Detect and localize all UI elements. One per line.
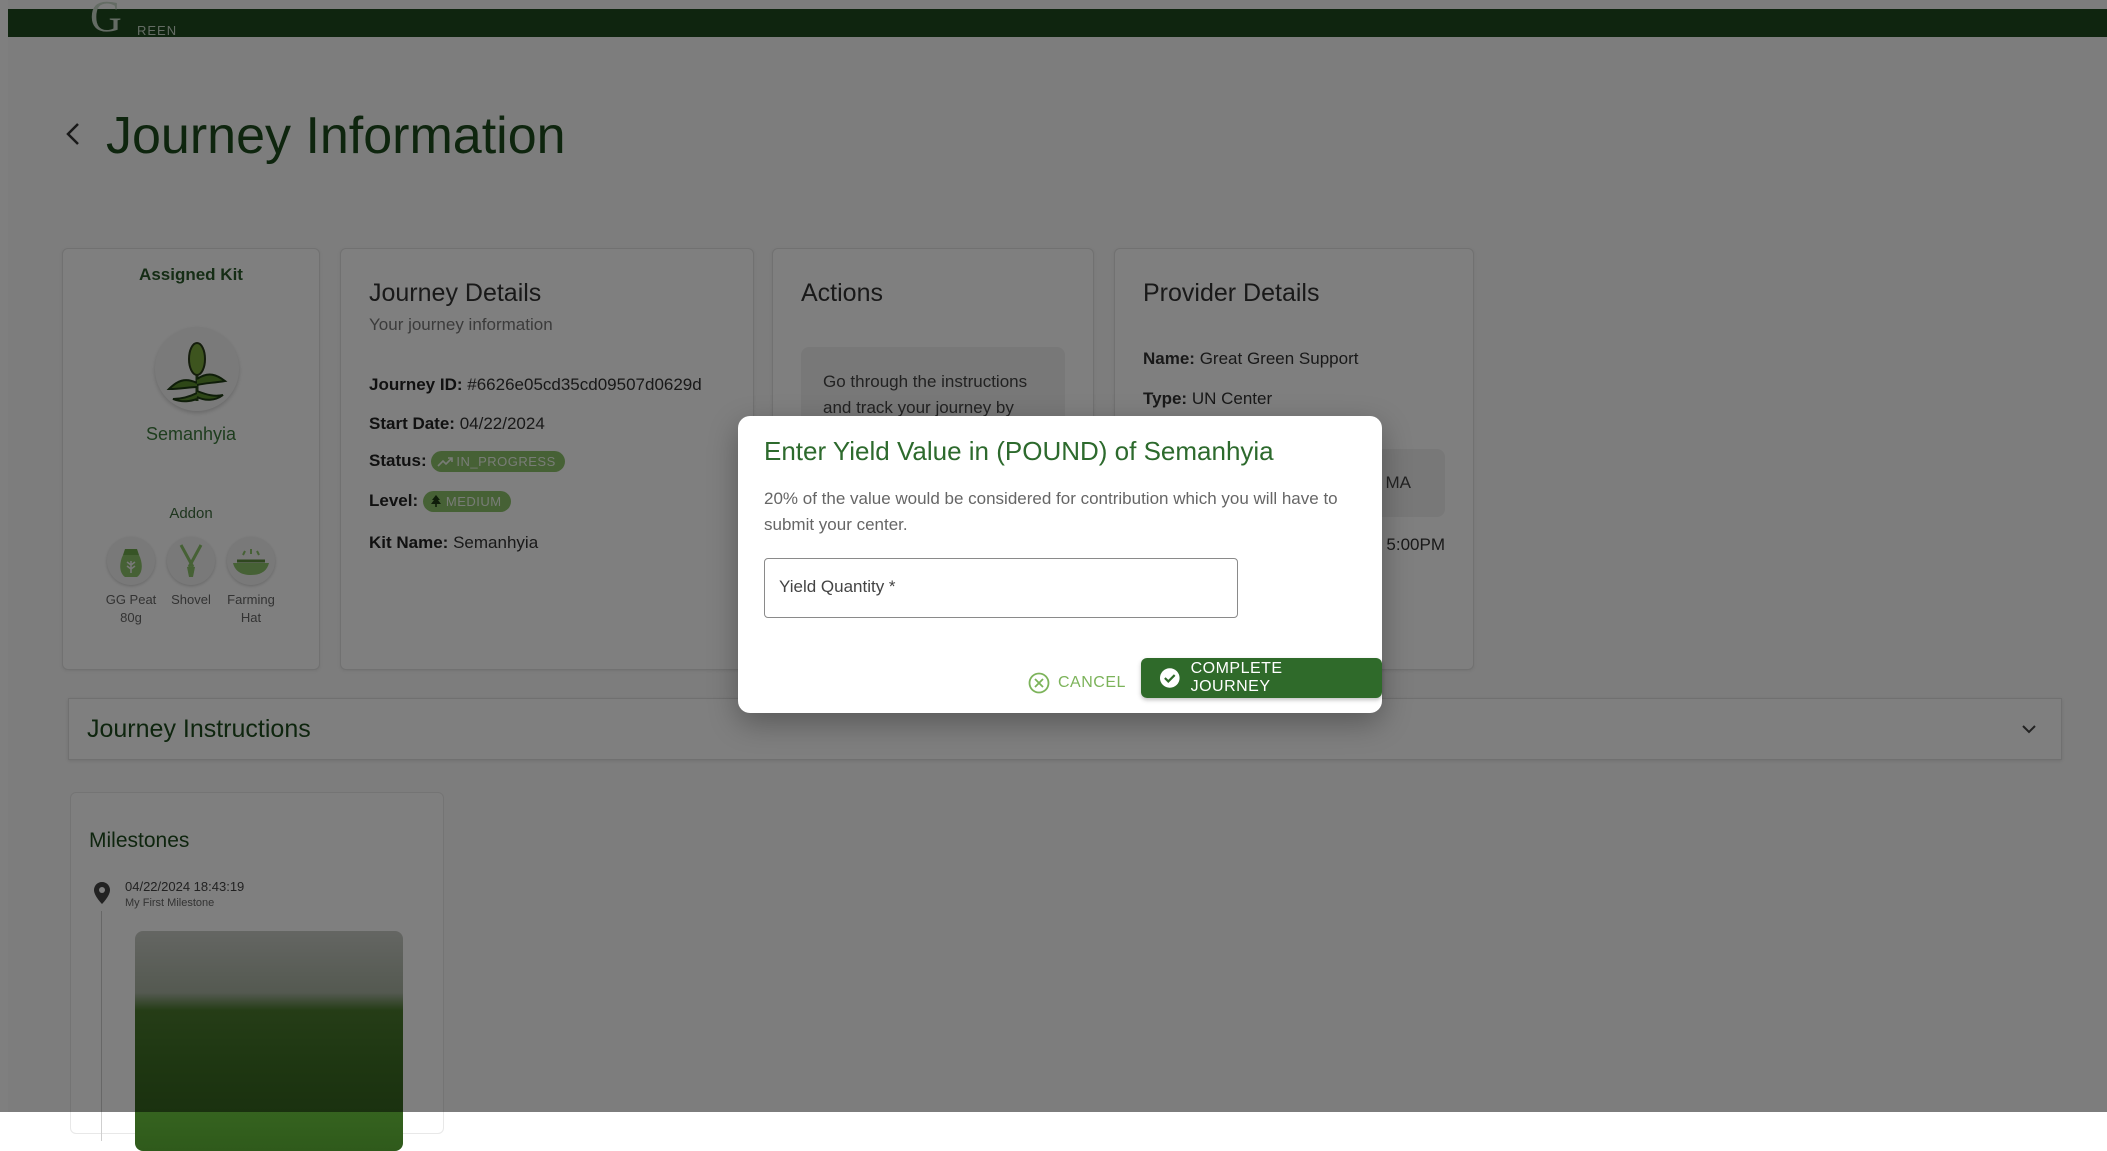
dialog-description: 20% of the value would be considered for… xyxy=(764,489,1338,534)
yield-quantity-field[interactable]: Yield Quantity * xyxy=(764,558,1238,618)
yield-dialog: Enter Yield Value in (POUND) of Semanhyi… xyxy=(738,416,1382,713)
yield-quantity-input[interactable] xyxy=(765,559,1237,617)
cancel-button[interactable]: CANCEL xyxy=(1028,664,1126,702)
check-circle-icon xyxy=(1159,668,1180,688)
complete-journey-button[interactable]: COMPLETE JOURNEY xyxy=(1141,658,1382,698)
cancel-circle-icon xyxy=(1028,672,1050,694)
dialog-title: Enter Yield Value in (POUND) of Semanhyi… xyxy=(764,436,1274,466)
